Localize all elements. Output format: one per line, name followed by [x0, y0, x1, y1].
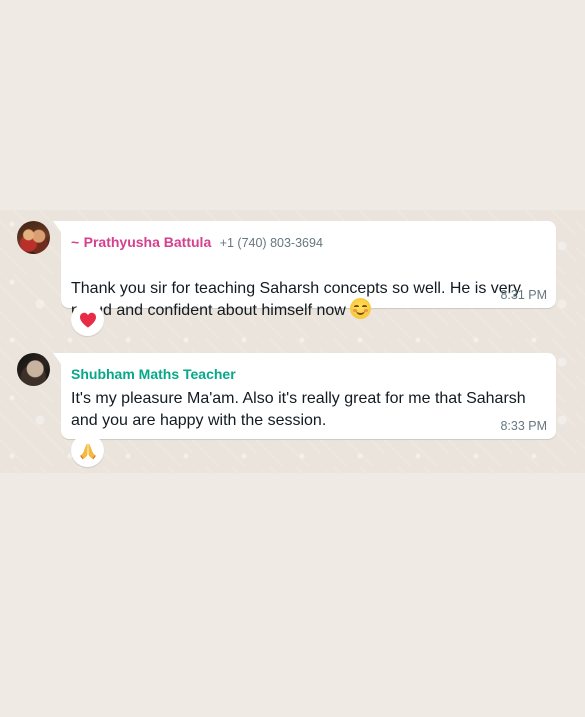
sender-name[interactable]: Shubham Maths Teacher	[71, 366, 236, 382]
smiling-face-icon	[349, 298, 371, 320]
emoji-eye-right	[361, 305, 367, 308]
message-text: It's my pleasure Ma'am. Also it's really…	[71, 390, 526, 429]
message-text: Thank you sir for teaching Saharsh conce…	[71, 256, 545, 322]
message-timestamp: 8:33 PM	[500, 419, 547, 433]
sender-phone-number: +1 (740) 803-3694	[219, 236, 323, 250]
message-text-content: Thank you sir for teaching Saharsh conce…	[71, 280, 521, 319]
message-bubble-incoming[interactable]: Shubham Maths Teacher It's my pleasure M…	[53, 353, 556, 439]
sender-line: Shubham Maths Teacher	[71, 366, 236, 383]
emoji-mouth	[355, 310, 365, 316]
avatar-prathyusha-battula[interactable]	[17, 221, 50, 254]
red-heart-icon	[79, 312, 96, 327]
avatar-shubham-maths-teacher[interactable]	[17, 353, 50, 386]
folded-hands-icon	[79, 443, 96, 459]
message-bubble-incoming[interactable]: ~ Prathyusha Battula +1 (740) 803-3694 T…	[53, 221, 556, 320]
message-timestamp: 8:31 PM	[500, 288, 547, 302]
sender-name-prefix: ~	[71, 234, 80, 250]
reaction-badge[interactable]	[71, 434, 104, 467]
emoji-eye-left	[353, 305, 359, 308]
reaction-badge[interactable]	[71, 303, 104, 336]
sender-line: ~ Prathyusha Battula +1 (740) 803-3694	[71, 234, 323, 251]
sender-name[interactable]: Prathyusha Battula	[84, 234, 212, 250]
